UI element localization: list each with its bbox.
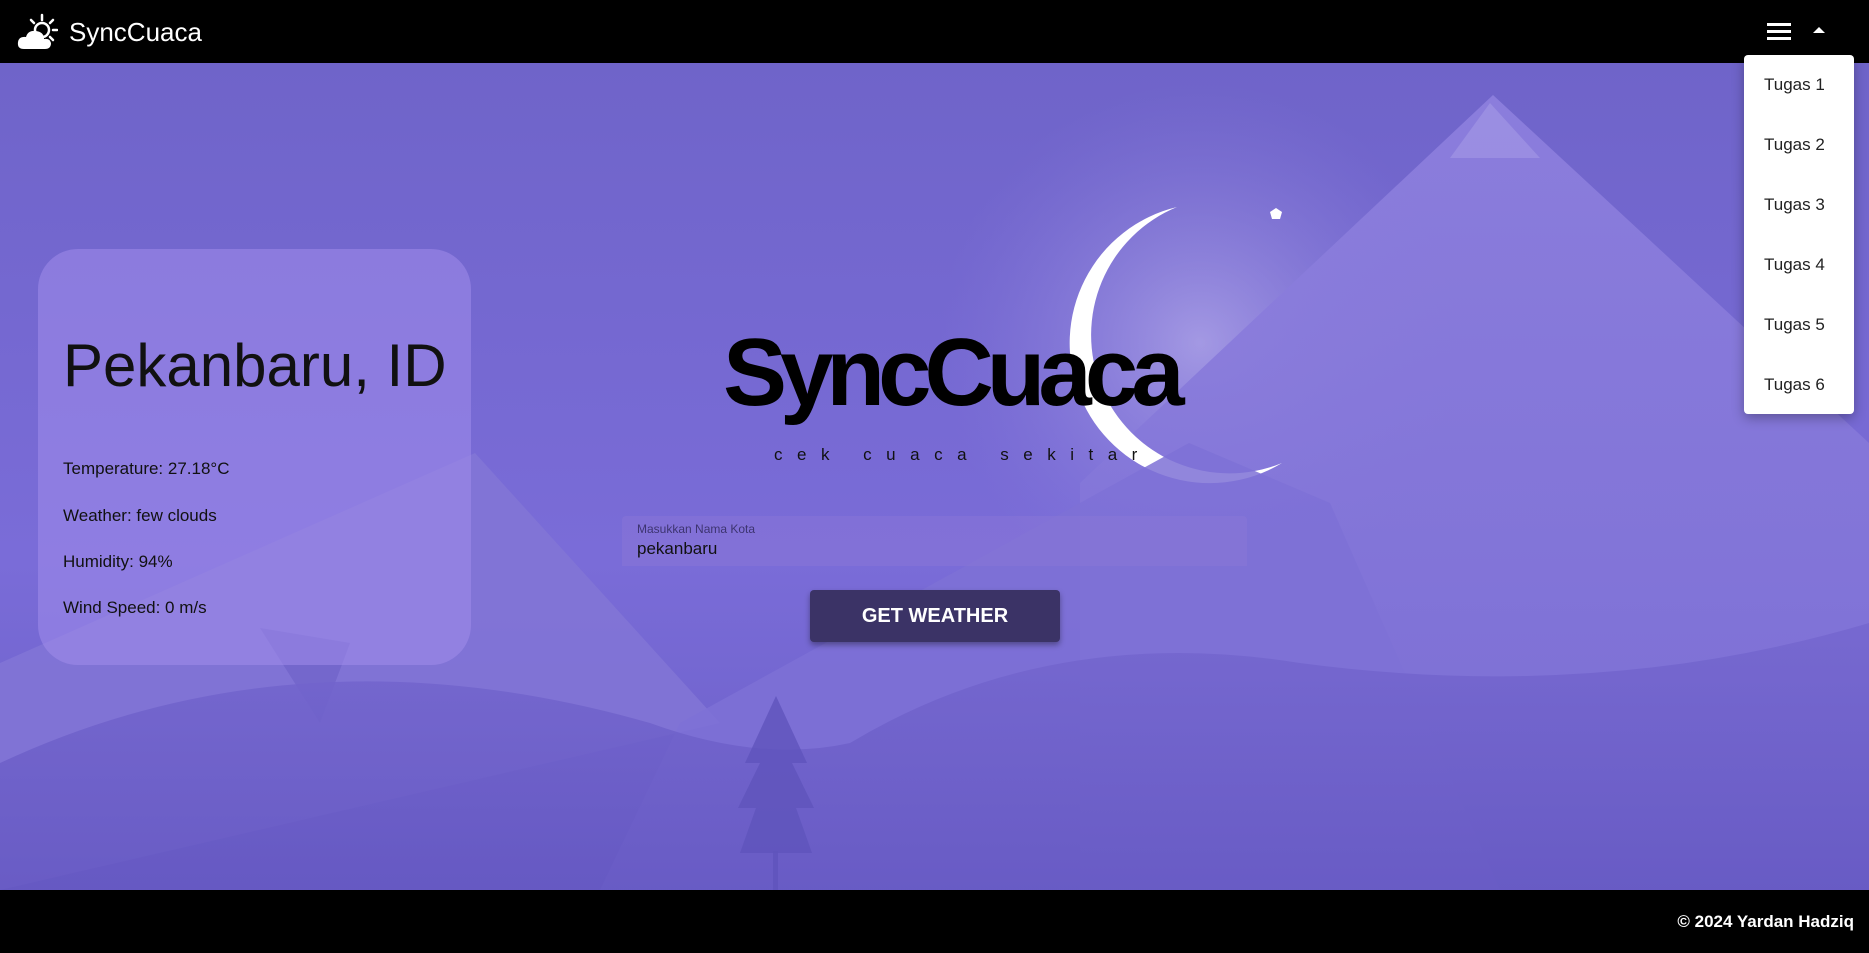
- menu-item-tugas-2[interactable]: Tugas 2: [1744, 115, 1854, 175]
- brand-name: SyncCuaca: [69, 16, 202, 47]
- get-weather-button[interactable]: GET WEATHER: [810, 590, 1060, 642]
- humidity-text: Humidity: 94%: [63, 552, 173, 571]
- wind-speed-text: Wind Speed: 0 m/s: [63, 598, 207, 617]
- menu-item-tugas-3[interactable]: Tugas 3: [1744, 175, 1854, 235]
- logo-title: SyncCuaca: [723, 319, 1185, 426]
- menu-item-tugas-1[interactable]: Tugas 1: [1744, 55, 1854, 115]
- menu-item-tugas-5[interactable]: Tugas 5: [1744, 295, 1854, 355]
- footer: © 2024 Yardan Hadziq: [0, 890, 1869, 953]
- menu-item-tugas-6[interactable]: Tugas 6: [1744, 355, 1854, 415]
- tugas-dropdown-menu: Tugas 1 Tugas 2 Tugas 3 Tugas 4 Tugas 5 …: [1744, 55, 1854, 414]
- weather-description-text: Weather: few clouds: [63, 506, 217, 525]
- sun-cloud-icon: [17, 13, 58, 49]
- weather-card: Pekanbaru, ID Temperature: 27.18°C Weath…: [38, 249, 471, 665]
- city-name: Pekanbaru, ID: [63, 332, 447, 399]
- city-search-label: Masukkan Nama Kota: [637, 522, 756, 536]
- logo-tagline: cek cuaca sekitar: [774, 445, 1152, 464]
- city-search-input[interactable]: [637, 538, 1227, 560]
- brand[interactable]: SyncCuaca: [16, 12, 202, 52]
- top-navbar: SyncCuaca: [0, 0, 1869, 63]
- footer-copyright: © 2024 Yardan Hadziq: [1677, 912, 1854, 931]
- temperature-text: Temperature: 27.18°C: [63, 459, 230, 478]
- menu-item-tugas-4[interactable]: Tugas 4: [1744, 235, 1854, 295]
- caret-up-icon[interactable]: [1810, 22, 1828, 38]
- city-search-field[interactable]: Masukkan Nama Kota: [622, 516, 1247, 566]
- hamburger-menu-icon[interactable]: [1764, 18, 1794, 44]
